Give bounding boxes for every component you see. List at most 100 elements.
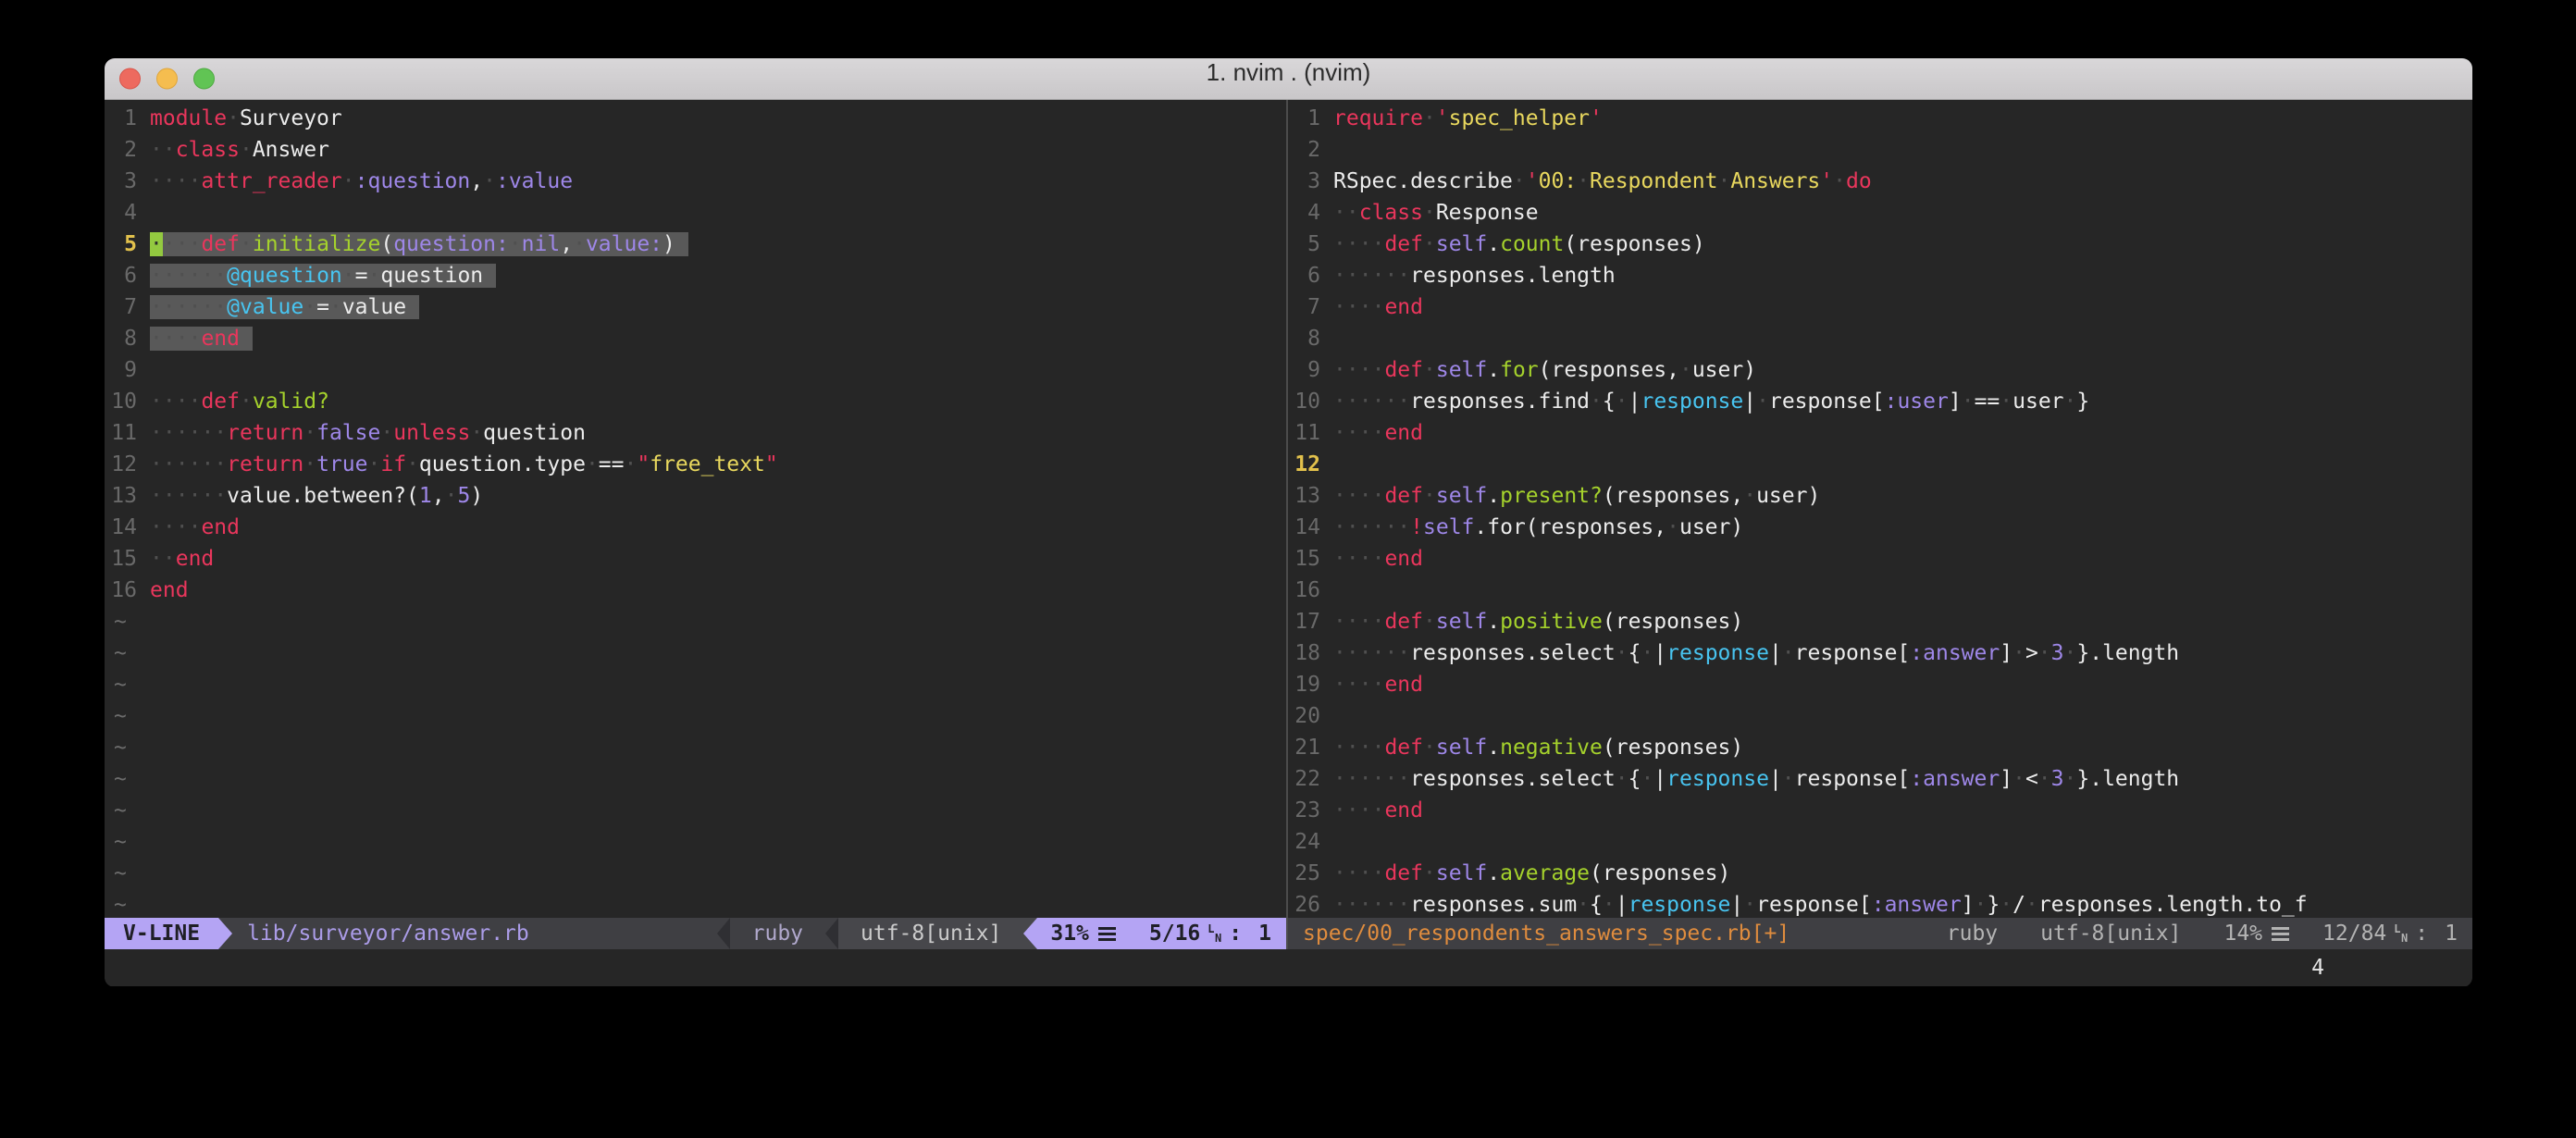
line-number: 8: [1288, 323, 1333, 354]
code-row: 11····end: [1288, 417, 2472, 449]
code-row: 8: [1288, 323, 2472, 354]
code-row: 26······responses.sum·{·|response|·respo…: [1288, 889, 2472, 918]
line-number: 17: [1288, 606, 1333, 637]
empty-buffer-row: ~: [105, 700, 1286, 732]
code-row: 19····end: [1288, 669, 2472, 700]
code-line: ····end: [1333, 291, 1423, 323]
visual-selection: ····def·initialize(question:·nil,·value:…: [150, 232, 688, 256]
command-line[interactable]: 4: [105, 949, 2472, 986]
code-line: ····end: [1333, 795, 1423, 826]
powerline-arrow-icon: [218, 918, 232, 949]
line-number: 1: [105, 103, 150, 134]
code-line: end: [150, 575, 189, 606]
code-line: RSpec.describe·'00:·Respondent·Answers'·…: [1333, 166, 1872, 197]
lines-icon: [1098, 927, 1116, 941]
code-row: 5····def·initialize(question:·nil,·value…: [105, 229, 1286, 260]
code-row: 16: [1288, 575, 2472, 606]
line-number: 11: [1288, 417, 1333, 449]
line-number: 13: [1288, 480, 1333, 512]
code-row: 3RSpec.describe·'00:·Respondent·Answers'…: [1288, 166, 2472, 197]
split-panes: 1module·Surveyor2··class·Answer3····attr…: [105, 100, 2472, 949]
mode-indicator: V-LINE: [105, 918, 218, 949]
tilde-marker: ~: [105, 889, 127, 918]
code-line: ······responses.sum·{·|response|·respons…: [1333, 889, 2308, 918]
code-row: 4··class·Response: [1288, 197, 2472, 229]
empty-buffer-row: ~: [105, 669, 1286, 700]
powerline-separator-icon: [825, 918, 838, 949]
line-number: 26: [1288, 889, 1333, 918]
code-line: ····def·self.count(responses): [1333, 229, 1705, 260]
code-line: ······!self.for(responses,·user): [1333, 512, 1743, 543]
tilde-marker: ~: [105, 795, 127, 826]
cursor-block: ·: [150, 232, 163, 256]
code-row: 15··end: [105, 543, 1286, 575]
tilde-marker: ~: [105, 637, 127, 669]
showcmd-indicator: 4: [2311, 956, 2324, 980]
code-line: ······responses.find·{·|response|·respon…: [1333, 386, 2089, 417]
empty-buffer-row: ~: [105, 606, 1286, 637]
empty-buffer-row: ~: [105, 826, 1286, 858]
line-number: 3: [1288, 166, 1333, 197]
code-line: ····end: [150, 323, 253, 354]
line-number: 2: [105, 134, 150, 166]
terminal-body: 1module·Surveyor2··class·Answer3····attr…: [105, 100, 2472, 986]
desktop: 1. nvim . (nvim) 1module·Surveyor2··clas…: [0, 0, 2576, 1138]
code-row: 21····def·self.negative(responses): [1288, 732, 2472, 763]
line-number: 9: [1288, 354, 1333, 386]
left-code-area[interactable]: 1module·Surveyor2··class·Answer3····attr…: [105, 100, 1286, 918]
line-number: 21: [1288, 732, 1333, 763]
line-number: 7: [1288, 291, 1333, 323]
line-number: 6: [105, 260, 150, 291]
lines-icon: [2272, 927, 2289, 941]
code-line: ··end: [150, 543, 214, 575]
code-line: ····def·initialize(question:·nil,·value:…: [150, 229, 688, 260]
right-pane: 1require·'spec_helper'23RSpec.describe·'…: [1288, 100, 2472, 949]
tilde-marker: ~: [105, 732, 127, 763]
cursor-column: 1: [1258, 922, 1271, 946]
visual-selection: ····end: [150, 327, 253, 351]
powerline-separator-icon: [717, 918, 730, 949]
code-row: 2: [1288, 134, 2472, 166]
tilde-marker: ~: [105, 700, 127, 732]
line-number: 15: [1288, 543, 1333, 575]
code-row: 13····def·self.present?(responses,·user): [1288, 480, 2472, 512]
line-number: 6: [1288, 260, 1333, 291]
cursor-column: 1: [2445, 922, 2458, 946]
code-line: ····attr_reader·:question,·:value: [150, 166, 573, 197]
empty-buffer-row: ~: [105, 858, 1286, 889]
filetype-indicator: ruby: [730, 918, 825, 949]
scroll-percent: 14%: [2223, 922, 2262, 946]
code-line: ······responses.select·{·|response|·resp…: [1333, 637, 2179, 669]
code-row: 24: [1288, 826, 2472, 858]
code-line: require·'spec_helper': [1333, 103, 1603, 134]
code-row: 11······return·false·unless·question: [105, 417, 1286, 449]
code-line: ······value.between?(1,·5): [150, 480, 483, 512]
code-row: 8····end: [105, 323, 1286, 354]
window-title: 1. nvim . (nvim): [105, 58, 2472, 100]
line-number: 8: [105, 323, 150, 354]
tilde-marker: ~: [105, 669, 127, 700]
code-row: 7····end: [1288, 291, 2472, 323]
code-line: ··class·Answer: [150, 134, 329, 166]
visual-selection: ······@value·=·value: [150, 295, 419, 319]
left-pane: 1module·Surveyor2··class·Answer3····attr…: [105, 100, 1286, 949]
cursor-position: 5/16: [1149, 922, 1200, 946]
right-code-area[interactable]: 1require·'spec_helper'23RSpec.describe·'…: [1288, 100, 2472, 918]
line-number: 16: [105, 575, 150, 606]
cursor-position: 12/84: [2322, 922, 2386, 946]
code-row: 20: [1288, 700, 2472, 732]
code-row: 4: [105, 197, 1286, 229]
empty-buffer-row: ~: [105, 732, 1286, 763]
code-line: ······responses.select·{·|response|·resp…: [1333, 763, 2179, 795]
titlebar[interactable]: 1. nvim . (nvim): [105, 58, 2472, 100]
file-path: lib/surveyor/answer.rb: [232, 918, 717, 949]
code-line: ····def·self.negative(responses): [1333, 732, 1743, 763]
line-number-icon: LN: [1208, 924, 1221, 943]
code-line: ····def·self.average(responses): [1333, 858, 1730, 889]
line-number: 14: [1288, 512, 1333, 543]
tilde-marker: ~: [105, 826, 127, 858]
code-line: ····end: [150, 512, 240, 543]
code-row: 23····end: [1288, 795, 2472, 826]
line-number: 1: [1288, 103, 1333, 134]
line-number: 11: [105, 417, 150, 449]
